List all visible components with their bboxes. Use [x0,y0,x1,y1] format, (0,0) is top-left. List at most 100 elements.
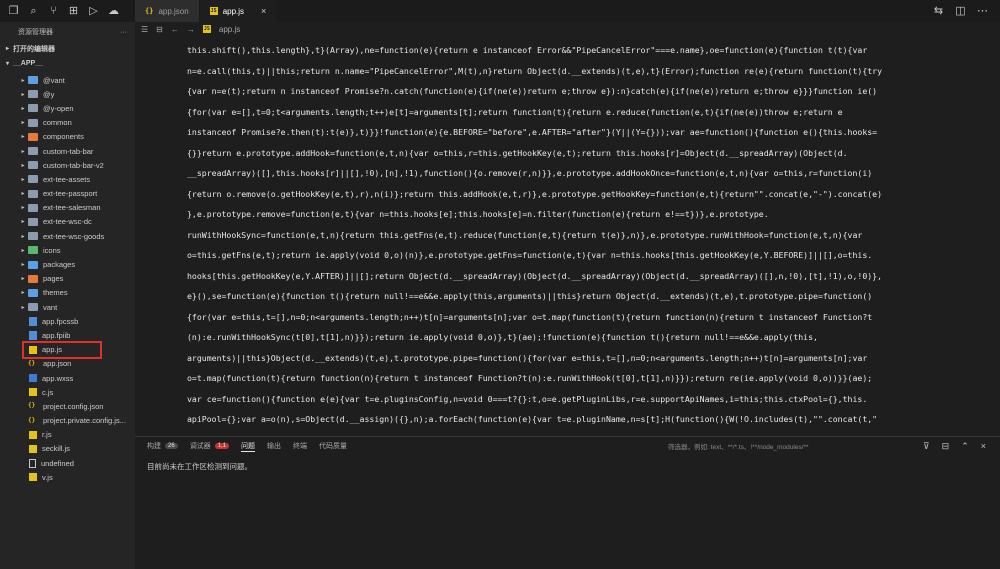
bottom-panel: 构建 26 调试器 1,1 问题 输出 终端 代码质量 筛选器，例如: text、**/*.ts… [135,436,1000,569]
folder-icon [28,147,38,156]
workspace-root[interactable]: ▾ __APP__ [0,57,135,70]
tree-item[interactable]: ▸ @y-open [0,101,135,115]
tree-item-label: app.json [43,359,72,369]
tree-item[interactable]: ▸ @vant [0,73,135,87]
more-icon[interactable]: ⋯ [977,5,988,17]
code-line: {return o.remove(o.getHookKey(e,t),r),n(… [187,188,883,199]
panel-tab[interactable]: 调试器 1,1 [189,441,230,451]
chevron-up-icon[interactable]: ⌃ [961,441,969,452]
tree-item[interactable]: app.wxss [0,371,135,385]
folder-icon [28,232,38,241]
panel-tab-label: 调试器 [189,443,211,450]
tree-item[interactable]: ▸ ext-tee-passport [0,187,135,201]
tree-item[interactable]: ▸ pages [0,272,135,286]
folder-icon [28,118,38,127]
back-icon[interactable]: ← [171,25,179,34]
code-content[interactable]: this.shift(),this.length},t}(Array),ne=f… [187,40,992,430]
panel-tab-count: 1,1 [214,443,230,449]
tree-item[interactable]: ▸ ext-tee-wsc-goods [0,229,135,243]
code-line: {for(var e=this,t=[],n=0;n<arguments.len… [187,311,873,322]
tab-app-js[interactable]: JS app.js × [199,0,278,22]
close-icon[interactable]: × [261,6,266,16]
tree-item[interactable]: ▸ custom-tab-bar [0,144,135,158]
tree-item[interactable]: c.js [0,385,135,399]
files-icon[interactable]: ❐ [8,5,19,17]
split-editor-icon[interactable]: ⇆ [933,5,944,17]
chevron-right-icon: ▸ [21,191,25,198]
file-icon [29,430,37,439]
tree-item-label: @y [43,89,55,99]
tree-item-label: icons [43,245,61,255]
tree-item[interactable]: undefined [0,456,135,470]
folder-icon [28,90,38,99]
tree-item[interactable]: v.js [0,470,135,484]
collapse-all-icon[interactable]: ⊟ [942,441,950,452]
close-icon[interactable]: × [981,441,986,452]
folder-icon [28,189,38,198]
panel-tab-label: 终端 [293,443,308,450]
tree-item[interactable]: r.js [0,428,135,442]
filter-input[interactable]: 筛选器，例如: text、**/*.ts、!**/node_modules/** [668,440,893,452]
tree-item[interactable]: app.js [0,343,135,357]
code-line: this.shift(),this.length},t}(Array),ne=f… [187,45,868,55]
folder-icon [28,246,38,255]
tree-item[interactable]: ▸ vant [0,300,135,314]
extensions-icon[interactable]: ⊞ [68,5,79,17]
code-line: o=this.getFns(e,t);return ie.apply(void … [187,250,873,260]
chevron-right-icon: ▸ [21,77,25,84]
tree-item[interactable]: app.fpcssb [0,314,135,328]
panel-tab[interactable]: 构建 26 [147,441,178,451]
code-editor[interactable]: ☰ ⊟ ← → JS app.js this.shift(),this.leng… [135,22,1000,436]
panel-tab[interactable]: 终端 [293,441,307,451]
tree-item-label: app.fpcssb [42,316,79,326]
tree-item-label: custom-tab-bar-v2 [43,160,104,170]
cloud-icon[interactable]: ☁ [108,5,119,17]
tree-item[interactable]: ▸ ext-tee-wsc-dc [0,215,135,229]
chevron-right-icon: ▸ [21,176,25,183]
panel-tab[interactable]: 输出 [267,441,281,451]
tree-item[interactable]: ▸ ext-tee-salesman [0,201,135,215]
tree-item[interactable]: app.fpiib [0,328,135,342]
more-icon[interactable]: ··· [120,29,127,36]
search-icon[interactable]: ⌕ [28,5,39,17]
tree-item-label: ext-tee-assets [43,174,91,184]
file-icon [29,316,37,326]
tree-item-label: common [43,118,72,128]
debug-icon[interactable]: ▷ [88,5,99,17]
panel-tab-label: 问题 [241,442,256,450]
panel-tab[interactable]: 问题 [241,441,256,452]
tree-item[interactable]: ▸ components [0,130,135,144]
workspace-root-label: __APP__ [13,60,43,67]
tree-item[interactable]: {} project.config.json [0,399,135,413]
forward-icon[interactable]: → [187,25,195,34]
tree-item[interactable]: {} app.json [0,357,135,371]
tree-item-label: app.js [42,345,63,355]
tree-item[interactable]: {} project.private.config.js... [0,414,135,428]
panel-tab-label: 代码质量 [319,443,348,450]
panel-tab[interactable]: 代码质量 [319,441,347,451]
tree-item[interactable]: seckill.js [0,442,135,456]
breadcrumb-file[interactable]: app.js [219,25,240,34]
tree-item-label: ext-tee-wsc-dc [43,217,92,227]
tree-item[interactable]: ▸ custom-tab-bar-v2 [0,158,135,172]
source-control-icon[interactable]: ⑂ [48,5,59,17]
tree-item[interactable]: ▸ common [0,116,135,130]
tree-item[interactable]: ▸ packages [0,257,135,271]
open-editors-section[interactable]: ▸ 打开的编辑器 [0,42,135,55]
layout-icon[interactable]: ◫ [955,5,966,17]
tree-item-label: components [43,132,84,142]
tab-app-json[interactable]: {} app.json [135,0,200,22]
tree-item[interactable]: ▸ icons [0,243,135,257]
tree-item-label: packages [43,260,76,270]
title-bar: ❐ ⌕ ⑂ ⊞ ▷ ☁ {} app.json JS app.js × ⇆ ◫ ⋯ [0,0,1000,22]
tree-item[interactable]: ▸ themes [0,286,135,300]
filter-icon[interactable]: ⊽ [923,441,930,452]
bookmark-icon[interactable]: ⊟ [156,25,163,34]
list-icon[interactable]: ☰ [141,25,148,34]
tree-item-label: @y-open [43,103,74,113]
breadcrumb: ☰ ⊟ ← → JS app.js [135,22,1000,36]
activity-icons: ❐ ⌕ ⑂ ⊞ ▷ ☁ [0,0,135,22]
tree-item[interactable]: ▸ ext-tee-assets [0,172,135,186]
folder-icon [28,274,38,283]
tree-item[interactable]: ▸ @y [0,87,135,101]
